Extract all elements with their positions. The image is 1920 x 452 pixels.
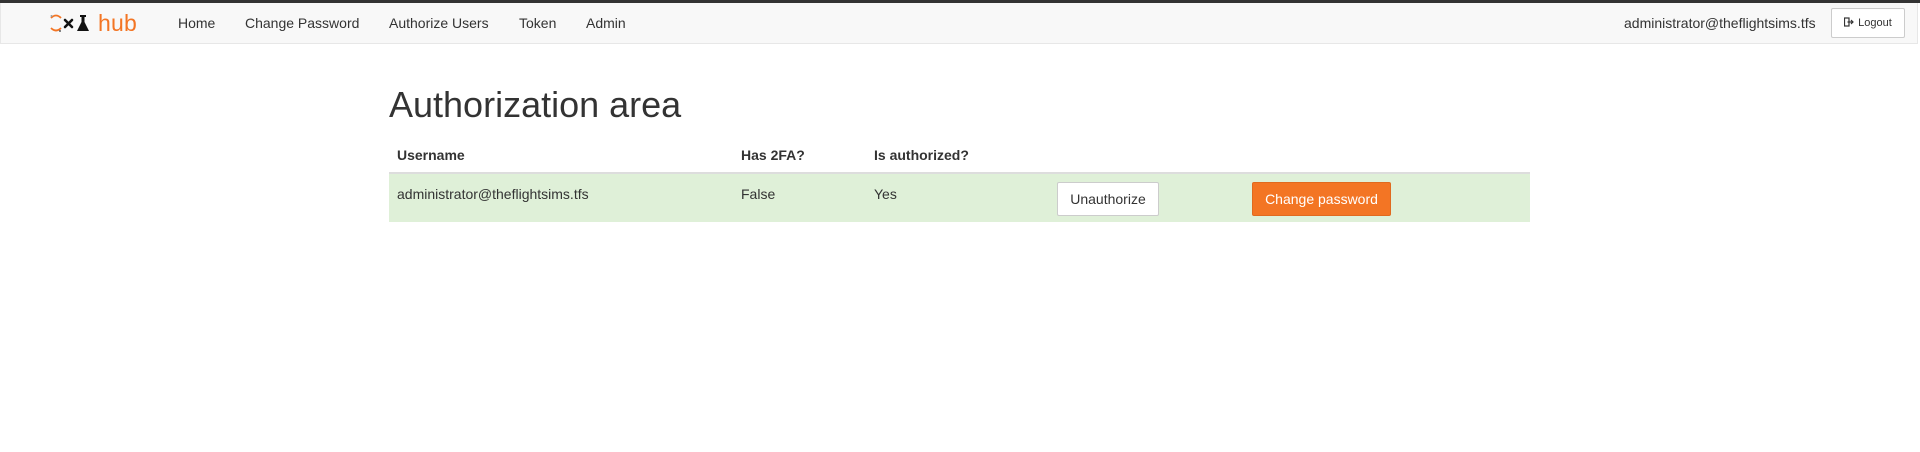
header-unauthorize-action <box>1049 138 1244 174</box>
header-username: Username <box>389 138 733 174</box>
page-title: Authorization area <box>389 84 682 125</box>
nav-home[interactable]: Home <box>178 3 215 44</box>
table-header-row: Username Has 2FA? Is authorized? <box>389 138 1530 174</box>
top-navbar: hub Home Change Password Authorize Users… <box>0 3 1918 44</box>
header-has-2fa: Has 2FA? <box>733 138 866 174</box>
hub-logo[interactable]: hub <box>48 10 137 36</box>
table-row: administrator@theflightsims.tfs False Ye… <box>389 173 1530 222</box>
change-password-button[interactable]: Change password <box>1252 182 1391 216</box>
cell-is-authorized: Yes <box>866 173 1049 222</box>
users-table: Username Has 2FA? Is authorized? adminis… <box>389 138 1530 222</box>
cell-change-password: Change password <box>1244 173 1530 222</box>
jupyter-logo-icon <box>48 12 94 34</box>
logo-text: hub <box>98 10 137 36</box>
cell-username: administrator@theflightsims.tfs <box>389 173 733 222</box>
nav-token[interactable]: Token <box>519 3 556 44</box>
cell-unauthorize: Unauthorize <box>1049 173 1244 222</box>
nav-change-password[interactable]: Change Password <box>245 3 359 44</box>
header-change-password-action <box>1244 138 1530 174</box>
header-is-authorized: Is authorized? <box>866 138 1049 174</box>
cell-has-2fa: False <box>733 173 866 222</box>
logout-label: Logout <box>1858 17 1892 29</box>
sign-out-icon <box>1844 16 1855 30</box>
logout-button[interactable]: Logout <box>1831 8 1905 38</box>
unauthorize-button[interactable]: Unauthorize <box>1057 182 1159 216</box>
nav-admin[interactable]: Admin <box>586 3 626 44</box>
current-user-email: administrator@theflightsims.tfs <box>1624 15 1816 31</box>
nav-authorize-users[interactable]: Authorize Users <box>389 3 489 44</box>
